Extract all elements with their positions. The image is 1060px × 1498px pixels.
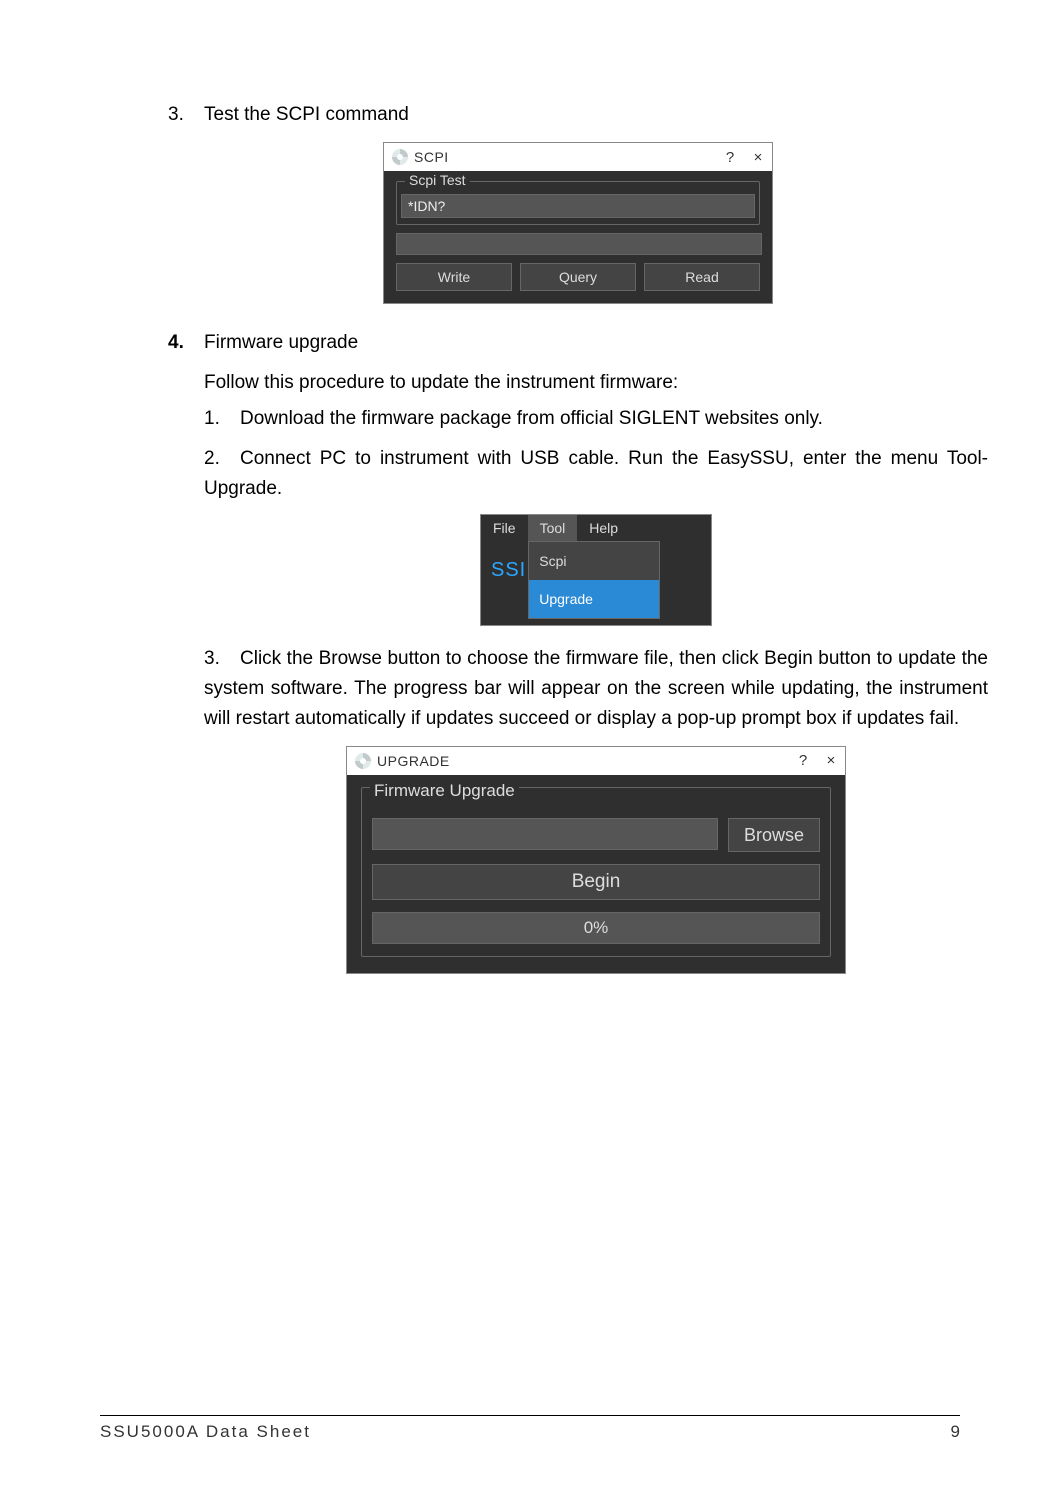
substep-3: 3.Click the Browse button to choose the … <box>204 644 988 734</box>
upgrade-dialog: UPGRADE ? × Firmware Upgrade Browse Begi… <box>346 746 846 974</box>
substep-1-text: Download the firmware package from offic… <box>240 404 988 434</box>
easyssu-menu-screenshot: File Tool Help SSI Scpi Upgrade <box>480 514 712 626</box>
write-button[interactable]: Write <box>396 263 512 291</box>
upgrade-titlebar: UPGRADE ? × <box>347 747 845 775</box>
help-button[interactable]: ? <box>716 149 744 166</box>
substep-2-number: 2. <box>204 444 240 474</box>
ssi-label: SSI <box>491 541 526 585</box>
page-footer: SSU5000A Data Sheet 9 <box>100 1415 960 1442</box>
close-button[interactable]: × <box>817 746 845 776</box>
substep-2-text: Connect PC to instrument with USB cable.… <box>204 448 988 499</box>
firmware-upgrade-legend: Firmware Upgrade <box>370 776 519 806</box>
upgrade-title: UPGRADE <box>377 746 789 776</box>
substep-1: 1. Download the firmware package from of… <box>204 404 988 434</box>
progress-bar: 0% <box>372 912 820 944</box>
scpi-titlebar: SCPI ? × <box>384 143 772 171</box>
firmware-path-input[interactable] <box>372 818 718 850</box>
menu-item-upgrade[interactable]: Upgrade <box>529 580 659 618</box>
menu-help[interactable]: Help <box>577 515 630 541</box>
step-3-number: 3. <box>168 100 204 130</box>
substep-3-text: Click the Browse button to choose the fi… <box>204 648 988 729</box>
close-button[interactable]: × <box>744 149 772 166</box>
scpi-title: SCPI <box>414 149 716 165</box>
firmware-upgrade-group: Firmware Upgrade Browse Begin 0% <box>361 787 831 957</box>
scpi-output-field <box>396 233 762 255</box>
menu-item-scpi[interactable]: Scpi <box>529 542 659 580</box>
tool-dropdown: Scpi Upgrade <box>528 541 660 619</box>
menu-tool[interactable]: Tool <box>528 515 578 541</box>
step-3-heading: 3. Test the SCPI command <box>168 100 988 130</box>
scpi-command-input[interactable] <box>401 194 755 218</box>
read-button[interactable]: Read <box>644 263 760 291</box>
help-button[interactable]: ? <box>789 746 817 776</box>
begin-button[interactable]: Begin <box>372 864 820 900</box>
browse-button[interactable]: Browse <box>728 818 820 852</box>
scpi-dialog: SCPI ? × Scpi Test Write Query Read <box>383 142 773 304</box>
step-3-text: Test the SCPI command <box>204 100 988 130</box>
scpi-test-group: Scpi Test <box>396 181 760 225</box>
substep-2: 2.Connect PC to instrument with USB cabl… <box>204 444 988 504</box>
app-icon <box>392 149 408 165</box>
query-button[interactable]: Query <box>520 263 636 291</box>
substep-3-number: 3. <box>204 644 240 674</box>
step-4-heading: 4. Firmware upgrade <box>168 328 988 358</box>
app-icon <box>355 753 371 769</box>
page-number: 9 <box>951 1422 960 1442</box>
step-4-text: Firmware upgrade <box>204 328 988 358</box>
step-4-number: 4. <box>168 328 204 358</box>
firmware-intro: Follow this procedure to update the inst… <box>204 368 988 398</box>
substep-1-number: 1. <box>204 404 240 434</box>
menu-file[interactable]: File <box>481 515 528 541</box>
scpi-test-legend: Scpi Test <box>405 172 470 188</box>
footer-title: SSU5000A Data Sheet <box>100 1422 311 1442</box>
